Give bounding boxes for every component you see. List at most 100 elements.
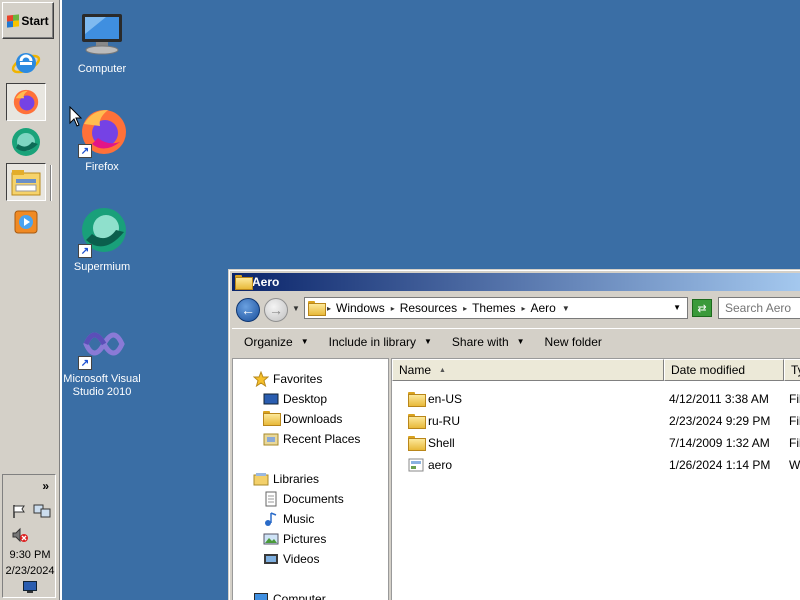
- column-headers: Name ▲ Date modified Typ: [392, 359, 800, 381]
- file-type: File: [789, 436, 800, 450]
- table-row[interactable]: ru-RU 2/23/2024 9:29 PM File: [392, 410, 800, 432]
- search-input[interactable]: [718, 297, 800, 319]
- chevron-down-icon: ▼: [516, 337, 525, 346]
- new-folder-button[interactable]: New folder: [545, 335, 602, 349]
- breadcrumb-arrow-icon: ▸: [390, 303, 395, 313]
- network-icon[interactable]: [33, 503, 51, 519]
- chevron-down-icon: ▼: [424, 337, 432, 346]
- column-header-name[interactable]: Name ▲: [392, 359, 664, 381]
- desktop-icon-visual-studio[interactable]: ↗ Microsoft Visual Studio 2010: [60, 318, 144, 399]
- downloads-folder-icon: [263, 411, 279, 427]
- breadcrumb[interactable]: ▸ Resources: [391, 301, 457, 315]
- breadcrumb[interactable]: ▸ Themes: [463, 301, 515, 315]
- taskbar-windows-explorer[interactable]: [6, 163, 46, 201]
- table-row[interactable]: Shell 7/14/2009 1:32 AM File: [392, 432, 800, 454]
- nav-documents[interactable]: Documents: [263, 491, 344, 507]
- back-button[interactable]: ←: [236, 298, 260, 322]
- taskbar: Start » 9:30 PM 2/23/2024: [0, 0, 62, 600]
- folder-icon: [308, 301, 326, 316]
- desktop-icon: [263, 393, 279, 405]
- desktop-icon-supermium[interactable]: ↗ Supermium: [60, 206, 144, 274]
- refresh-icon: ⇄: [697, 302, 707, 315]
- breadcrumb-arrow-icon: ▸: [463, 303, 468, 313]
- explorer-window[interactable]: Aero ← → ▼ ▸ Windows ▸ Resources ▸ Themes ▸…: [228, 269, 800, 600]
- taskbar-internet-explorer[interactable]: [6, 44, 46, 82]
- refresh-button[interactable]: ⇄: [692, 299, 712, 317]
- show-desktop-icon[interactable]: [23, 581, 37, 593]
- libraries-icon: [253, 473, 269, 486]
- system-tray: » 9:30 PM 2/23/2024: [2, 474, 56, 598]
- file-date: 7/14/2009 1:32 AM: [669, 436, 770, 450]
- start-label: Start: [21, 13, 49, 28]
- tray-date[interactable]: 2/23/2024: [3, 565, 57, 577]
- file-type: File: [789, 414, 800, 428]
- desktop-icon-label: Firefox: [85, 161, 119, 173]
- file-date: 2/23/2024 9:29 PM: [669, 414, 771, 428]
- address-toolbar: ← → ▼ ▸ Windows ▸ Resources ▸ Themes ▸ Aero …: [232, 294, 800, 324]
- media-player-icon: [14, 210, 38, 234]
- shortcut-arrow-icon: ↗: [78, 144, 92, 158]
- column-header-date-modified[interactable]: Date modified: [664, 359, 784, 381]
- action-center-flag-icon[interactable]: [11, 503, 27, 519]
- address-bar[interactable]: ▸ Windows ▸ Resources ▸ Themes ▸ Aero ▼ ▼: [304, 297, 688, 319]
- include-in-library-button[interactable]: Include in library ▼: [329, 335, 432, 349]
- breadcrumb[interactable]: ▸ Aero: [521, 301, 555, 315]
- table-row[interactable]: en-US 4/12/2011 3:38 AM File: [392, 388, 800, 410]
- table-row[interactable]: aero 1/26/2024 1:14 PM Wi: [392, 454, 800, 476]
- breadcrumb-arrow-icon: ▸: [521, 303, 526, 313]
- breadcrumb-dropdown[interactable]: ▼: [562, 304, 575, 313]
- breadcrumb-arrow-icon: ▸: [327, 303, 332, 313]
- column-header-type[interactable]: Typ: [784, 359, 800, 381]
- forward-arrow-icon: →: [269, 302, 283, 318]
- nav-computer[interactable]: Computer: [253, 591, 326, 600]
- recent-pages-dropdown[interactable]: ▼: [292, 304, 300, 313]
- windows-explorer-icon: [11, 170, 41, 196]
- recent-places-icon: [263, 433, 279, 446]
- taskbar-supermium[interactable]: [6, 123, 46, 161]
- address-history-dropdown[interactable]: ▼: [673, 303, 681, 312]
- chevron-down-icon: ▼: [561, 303, 570, 313]
- back-arrow-icon: ←: [241, 302, 255, 318]
- start-button[interactable]: Start: [2, 2, 54, 39]
- file-name: aero: [428, 458, 453, 472]
- forward-button[interactable]: →: [264, 298, 288, 322]
- music-icon: [265, 512, 277, 526]
- nav-recent-places[interactable]: Recent Places: [263, 431, 360, 447]
- file-list: Name ▲ Date modified Typ en-US 4/12/2011…: [391, 358, 800, 600]
- videos-icon: [264, 554, 278, 564]
- volume-muted-icon[interactable]: [11, 527, 29, 543]
- sort-ascending-icon: ▲: [439, 366, 446, 374]
- file-name: en-US: [428, 392, 463, 406]
- window-titlebar[interactable]: Aero: [232, 273, 800, 291]
- desktop-icon-label: Supermium: [73, 261, 131, 273]
- file-type: File: [789, 392, 800, 406]
- desktop-icon-computer[interactable]: Computer: [60, 8, 144, 76]
- tray-overflow-button[interactable]: »: [42, 479, 49, 493]
- star-icon: [253, 371, 269, 387]
- file-date: 1/26/2024 1:14 PM: [669, 458, 771, 472]
- share-with-button[interactable]: Share with ▼: [452, 335, 525, 349]
- organize-button[interactable]: Organize ▼: [244, 335, 309, 349]
- theme-file-icon: [408, 458, 424, 472]
- nav-desktop[interactable]: Desktop: [263, 391, 327, 407]
- window-title: Aero: [252, 275, 280, 289]
- nav-downloads[interactable]: Downloads: [263, 411, 342, 427]
- taskbar-media-player[interactable]: [6, 203, 46, 241]
- chevron-down-icon: ▼: [300, 337, 309, 346]
- nav-favorites[interactable]: Favorites: [253, 371, 322, 387]
- internet-explorer-icon: [11, 53, 41, 74]
- folder-icon: [408, 436, 424, 450]
- taskbar-firefox[interactable]: [6, 83, 46, 121]
- computer-icon: [82, 14, 122, 55]
- nav-videos[interactable]: Videos: [263, 551, 319, 567]
- tray-time[interactable]: 9:30 PM: [3, 549, 57, 561]
- folder-icon: [408, 414, 424, 428]
- desktop-icon-label: Microsoft Visual Studio 2010: [63, 373, 141, 398]
- nav-libraries[interactable]: Libraries: [253, 471, 319, 487]
- file-name: Shell: [428, 436, 455, 450]
- desktop-icon-label: Computer: [77, 63, 127, 75]
- nav-music[interactable]: Music: [263, 511, 314, 527]
- nav-pictures[interactable]: Pictures: [263, 531, 326, 547]
- firefox-icon: [13, 89, 39, 115]
- breadcrumb[interactable]: ▸ Windows: [327, 301, 385, 315]
